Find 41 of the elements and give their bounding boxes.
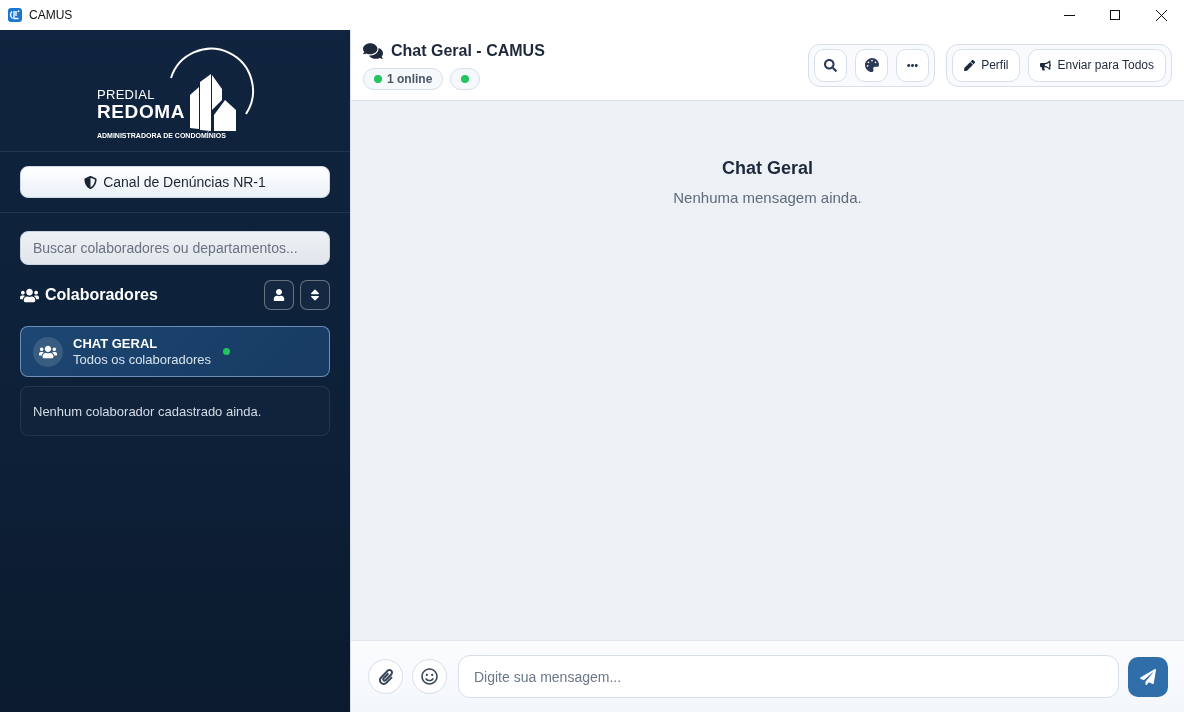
palette-icon xyxy=(864,58,879,72)
minimize-icon xyxy=(1063,14,1075,16)
search-button[interactable] xyxy=(814,48,848,82)
logo-text: REDOMA xyxy=(96,102,185,122)
pencil-icon xyxy=(964,59,976,71)
shield-icon xyxy=(84,175,98,189)
paper-plane-icon xyxy=(1140,668,1156,685)
theme-button[interactable] xyxy=(855,48,889,82)
user-icon xyxy=(273,289,285,301)
search-field[interactable]: Buscar colaboradores ou departamentos... xyxy=(20,231,330,265)
online-count: 1 online xyxy=(387,71,433,86)
sort-icon xyxy=(308,288,322,302)
window-title: CAMUS xyxy=(29,8,73,22)
search-icon xyxy=(824,58,838,72)
edit-profile-button[interactable]: Perfil xyxy=(952,48,1021,82)
channel-item[interactable]: CHAT GERAL Todos os colaboradores xyxy=(20,326,330,377)
smiley-icon xyxy=(421,668,438,685)
paperclip-icon xyxy=(377,668,394,685)
channel-subtitle: Todos os colaboradores xyxy=(73,351,212,368)
chat-heading: Chat Geral xyxy=(722,158,813,179)
chat-bubbles-icon xyxy=(363,40,383,61)
empty-chat-message: Nenhuma mensagem ainda. xyxy=(673,189,862,206)
sort-button[interactable] xyxy=(300,280,330,310)
close-icon xyxy=(1155,9,1167,21)
maximize-icon xyxy=(1110,10,1120,20)
megaphone-icon xyxy=(1040,59,1052,71)
message-input[interactable]: Digite sua mensagem... xyxy=(458,655,1119,698)
channel-name: CHAT GERAL xyxy=(73,335,159,352)
chat-title: Chat Geral - CAMUS xyxy=(391,41,545,60)
attach-button[interactable] xyxy=(368,659,403,694)
online-dot-icon xyxy=(374,74,382,83)
emoji-button[interactable] xyxy=(412,659,447,694)
broadcast-button[interactable]: Enviar para Todos xyxy=(1028,48,1166,82)
logo-text: PREDIAL xyxy=(96,87,156,102)
empty-list-message: Nenhum colaborador cadastrado ainda. xyxy=(33,403,262,419)
report-channel-button[interactable]: Canal de Denúncias NR-1 xyxy=(20,166,330,198)
section-title: Colaboradores xyxy=(45,286,158,304)
app-icon xyxy=(8,8,22,22)
group-avatar-icon xyxy=(33,336,63,367)
send-button[interactable] xyxy=(1128,656,1168,697)
user-filter-button[interactable] xyxy=(264,280,294,310)
